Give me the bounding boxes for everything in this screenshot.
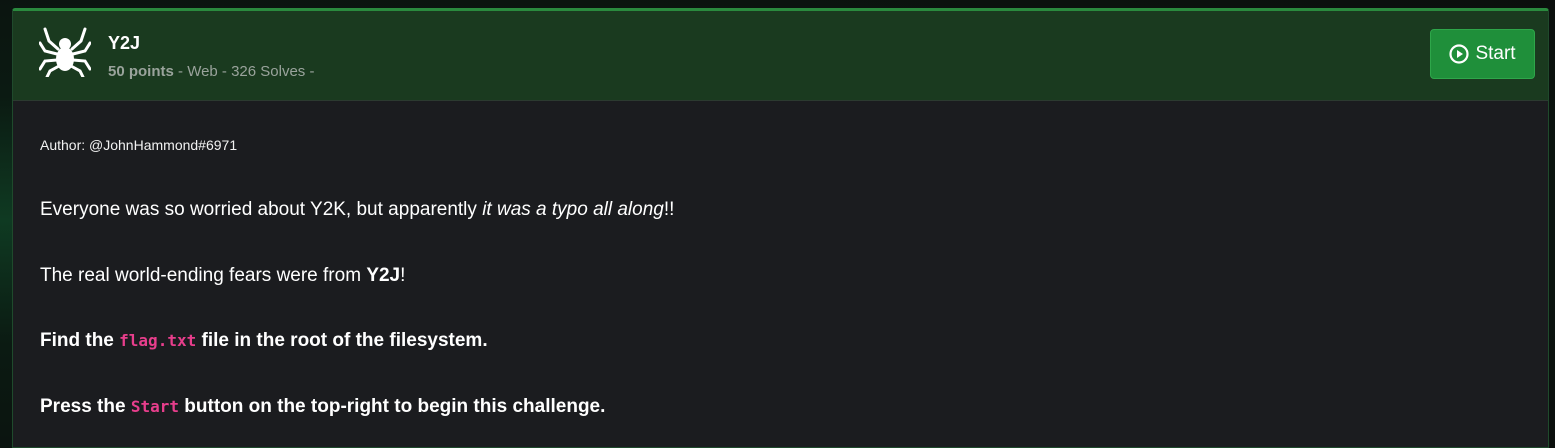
flag-filename-code: flag.txt: [119, 331, 197, 350]
description-paragraph-3: Find the flag.txt file in the root of th…: [40, 330, 488, 352]
challenge-header: Y2J 50 points - Web - 326 Solves - Start: [13, 11, 1548, 101]
p3-text: Find the: [40, 330, 120, 351]
spider-icon: [39, 27, 91, 77]
p2-text: The real world-ending fears were from: [40, 265, 367, 286]
challenge-card: Y2J 50 points - Web - 326 Solves - Start…: [12, 8, 1549, 448]
author-line: Author: @JohnHammond#6971: [40, 137, 238, 153]
description-paragraph-4: Press the Start button on the top-right …: [40, 396, 605, 418]
challenge-title: Y2J: [108, 33, 141, 53]
p1-text: Everyone was so worried about Y2K, but a…: [40, 199, 483, 220]
description-paragraph-2: The real world-ending fears were from Y2…: [40, 265, 405, 287]
play-circle-icon: [1449, 44, 1470, 64]
p4-text: Press the: [40, 396, 131, 417]
challenge-category-solves: - Web - 326 Solves -: [173, 63, 315, 80]
p2-end: !: [400, 265, 406, 286]
challenge-meta: 50 points - Web - 326 Solves -: [108, 63, 314, 80]
p1-end: !!: [663, 199, 675, 220]
start-button-label: Start: [1475, 43, 1516, 64]
start-code: Start: [130, 397, 179, 416]
p4-end: button on the top-right to begin this ch…: [179, 396, 606, 417]
p3-end: file in the root of the filesystem.: [196, 330, 488, 351]
description-paragraph-1: Everyone was so worried about Y2K, but a…: [40, 199, 674, 221]
p1-italic: it was a typo all along: [482, 199, 664, 220]
start-button[interactable]: Start: [1430, 29, 1535, 79]
p2-bold: Y2J: [366, 265, 401, 286]
challenge-points: 50 points: [108, 63, 174, 80]
